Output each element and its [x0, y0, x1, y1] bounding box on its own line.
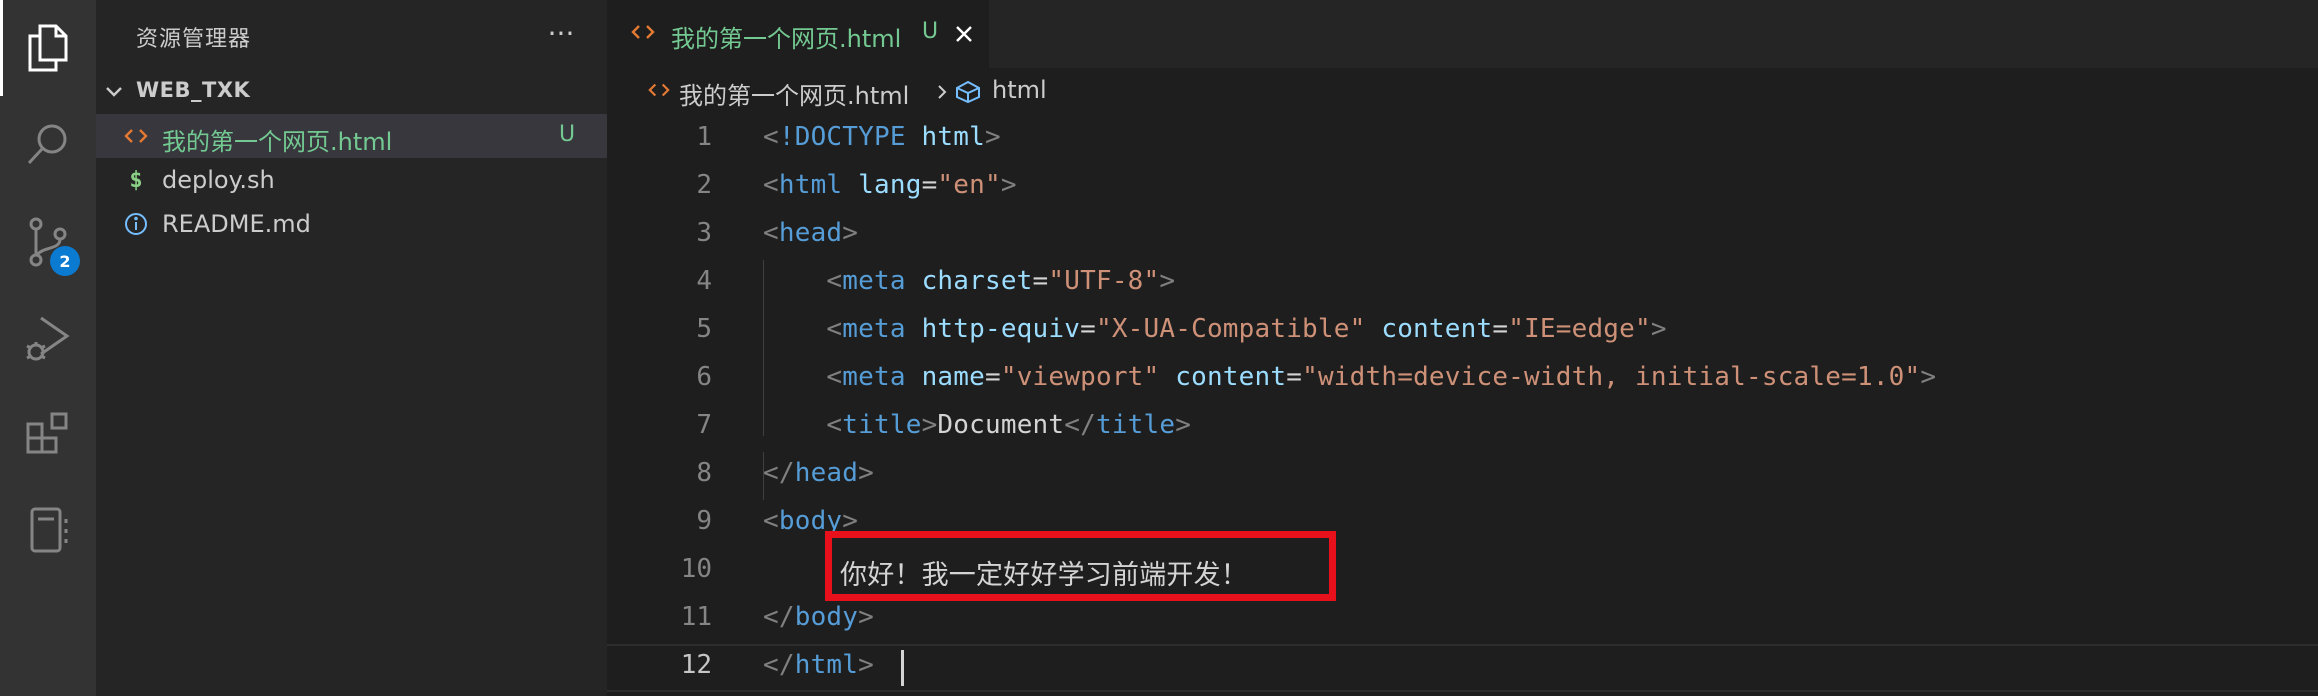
tab-bar: 我的第一个网页.html U [607, 0, 2318, 68]
code-text: <head> [763, 218, 859, 248]
search-button[interactable] [0, 96, 96, 192]
extensions-icon [24, 410, 72, 458]
tab-html-file[interactable]: 我的第一个网页.html U [607, 0, 989, 68]
folder-name: WEB_TXK [136, 78, 251, 102]
code-line: 8 </head> [607, 452, 2318, 500]
line-number: 4 [696, 266, 712, 296]
html-icon [122, 124, 150, 148]
breadcrumb-file[interactable]: 我的第一个网页.html [679, 76, 909, 111]
code-text: <meta name="viewport" content="width=dev… [826, 362, 1937, 392]
line-number: 6 [696, 362, 712, 392]
line-number: 5 [696, 314, 712, 344]
code-editor[interactable]: 1 <!DOCTYPE html> 2 <html lang="en"> 3 <… [607, 116, 2318, 696]
sidebar-header: 资源管理器 ··· [96, 0, 607, 68]
code-line: 9 <body> [607, 500, 2318, 548]
line-number: 7 [696, 410, 712, 440]
tab-label: 我的第一个网页.html [671, 25, 902, 53]
code-text: <html lang="en"> [763, 170, 1017, 200]
line-number: 2 [696, 170, 712, 200]
info-icon [122, 212, 150, 236]
file-name: 我的第一个网页.html [162, 128, 393, 156]
code-line-current: 12 </html> [607, 644, 2318, 692]
folder-header[interactable]: WEB_TXK [96, 74, 607, 110]
code-text: <meta charset="UTF-8"> [826, 266, 1176, 296]
code-line: 1 <!DOCTYPE html> [607, 116, 2318, 164]
file-item-readme[interactable]: README.md [96, 202, 607, 246]
files-icon [24, 22, 72, 74]
explorer-sidebar: 资源管理器 ··· WEB_TXK 我的第一个网页.html U $ deplo… [96, 0, 607, 696]
line-number: 9 [696, 506, 712, 536]
extensions-button[interactable] [0, 386, 96, 482]
activity-bar: 2 [0, 0, 96, 696]
text-cursor [901, 650, 904, 686]
code-text: <!DOCTYPE html> [763, 122, 1001, 152]
notebook-button[interactable] [0, 482, 96, 578]
editor-area: 我的第一个网页.html U 我的第一个网页.html html 1 <!DOC… [607, 0, 2318, 696]
code-line: 10 你好！我一定好好学习前端开发！ [607, 548, 2318, 596]
code-line: 11 </body> [607, 596, 2318, 644]
line-number: 1 [696, 122, 712, 152]
code-text: <body> [763, 506, 859, 536]
breadcrumb: 我的第一个网页.html html [607, 68, 2318, 116]
code-text: </html> [763, 650, 874, 680]
search-icon [24, 120, 72, 168]
code-text: </head> [763, 458, 874, 488]
file-item-deploy[interactable]: $ deploy.sh [96, 158, 607, 202]
code-line: 6 <meta name="viewport" content="width=d… [607, 356, 2318, 404]
html-icon [648, 82, 670, 102]
code-line: 4 <meta charset="UTF-8"> [607, 260, 2318, 308]
html-icon [631, 24, 655, 44]
code-line: 3 <head> [607, 212, 2318, 260]
code-line: 2 <html lang="en"> [607, 164, 2318, 212]
line-number: 10 [680, 554, 712, 584]
symbol-element-icon [954, 80, 982, 108]
source-control-badge: 2 [50, 246, 80, 276]
vscode-window: 2 资源管理器 ··· WEB_TXK 我的第一个网页.html U $ dep… [0, 0, 2318, 696]
breadcrumb-symbol[interactable]: html [992, 76, 1047, 104]
run-debug-icon [23, 312, 73, 364]
tab-status: U [922, 19, 939, 44]
line-number: 11 [680, 602, 712, 632]
notebook-icon [24, 505, 72, 555]
file-item-html[interactable]: 我的第一个网页.html U [96, 114, 607, 158]
more-actions-button[interactable]: ··· [541, 14, 581, 54]
line-number: 8 [696, 458, 712, 488]
line-number: 12 [680, 650, 712, 680]
line-number: 3 [696, 218, 712, 248]
code-text: <meta http-equiv="X-UA-Compatible" conte… [826, 314, 1667, 344]
code-line: 7 <title>Document</title> [607, 404, 2318, 452]
chevron-down-icon [104, 82, 124, 106]
code-line: 5 <meta http-equiv="X-UA-Compatible" con… [607, 308, 2318, 356]
shell-icon: $ [129, 167, 143, 193]
close-icon[interactable] [952, 22, 976, 46]
explorer-button[interactable] [0, 0, 96, 96]
code-text: <title>Document</title> [826, 410, 1192, 440]
chevron-right-icon [935, 83, 949, 105]
code-text: 你好！我一定好好学习前端开发！ [840, 560, 1248, 591]
file-name: README.md [162, 210, 311, 238]
file-name: deploy.sh [162, 166, 275, 194]
untracked-status: U [559, 122, 576, 147]
sidebar-title: 资源管理器 [136, 27, 252, 52]
source-control-button[interactable]: 2 [0, 194, 96, 290]
code-text: </body> [763, 602, 874, 632]
run-debug-button[interactable] [0, 290, 96, 386]
